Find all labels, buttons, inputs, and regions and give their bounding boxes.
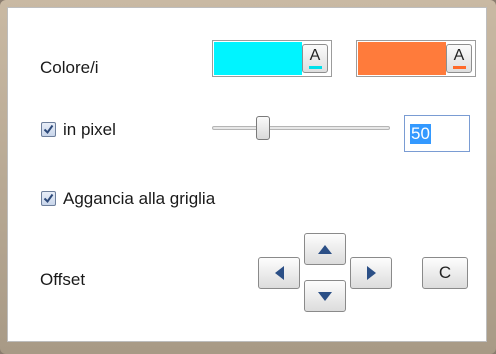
- settings-panel: Colore/i A A in pixel 50 Aggancia alla g…: [7, 7, 487, 342]
- snap-grid-checkbox[interactable]: [41, 191, 56, 206]
- offset-up-button[interactable]: [304, 233, 346, 265]
- text-color-a-icon: A: [453, 47, 465, 64]
- offset-left-button[interactable]: [258, 257, 300, 289]
- snap-grid-label[interactable]: Aggancia alla griglia: [63, 189, 215, 209]
- pixel-value-input[interactable]: 50: [404, 115, 470, 152]
- text-color-button-1[interactable]: A: [302, 44, 328, 73]
- color-underline-2: [452, 66, 466, 69]
- color-swatch-2[interactable]: A: [356, 40, 476, 77]
- window-frame: Colore/i A A in pixel 50 Aggancia alla g…: [0, 0, 496, 354]
- in-pixel-checkbox[interactable]: [41, 122, 56, 137]
- triangle-right-icon: [366, 266, 376, 280]
- color-swatch-1-fill: [214, 42, 302, 75]
- offset-center-button[interactable]: C: [422, 257, 468, 289]
- text-color-a-icon: A: [309, 47, 321, 64]
- checkmark-icon: [43, 124, 54, 135]
- color-swatch-1[interactable]: A: [212, 40, 332, 77]
- pixel-slider-thumb[interactable]: [256, 116, 271, 140]
- checkmark-icon: [43, 193, 54, 204]
- text-color-button-2[interactable]: A: [446, 44, 472, 73]
- center-button-label: C: [438, 263, 452, 282]
- color-underline-1: [308, 66, 322, 69]
- pixel-value-text: 50: [410, 124, 431, 144]
- offset-right-button[interactable]: [350, 257, 392, 289]
- offset-label: Offset: [40, 270, 86, 289]
- triangle-up-icon: [318, 244, 332, 254]
- offset-down-button[interactable]: [304, 280, 346, 312]
- colors-label: Colore/i: [40, 58, 99, 77]
- in-pixel-label[interactable]: in pixel: [63, 120, 116, 140]
- triangle-down-icon: [318, 291, 332, 301]
- pixel-slider-track[interactable]: [212, 126, 390, 130]
- color-swatch-2-fill: [358, 42, 446, 75]
- triangle-left-icon: [274, 266, 284, 280]
